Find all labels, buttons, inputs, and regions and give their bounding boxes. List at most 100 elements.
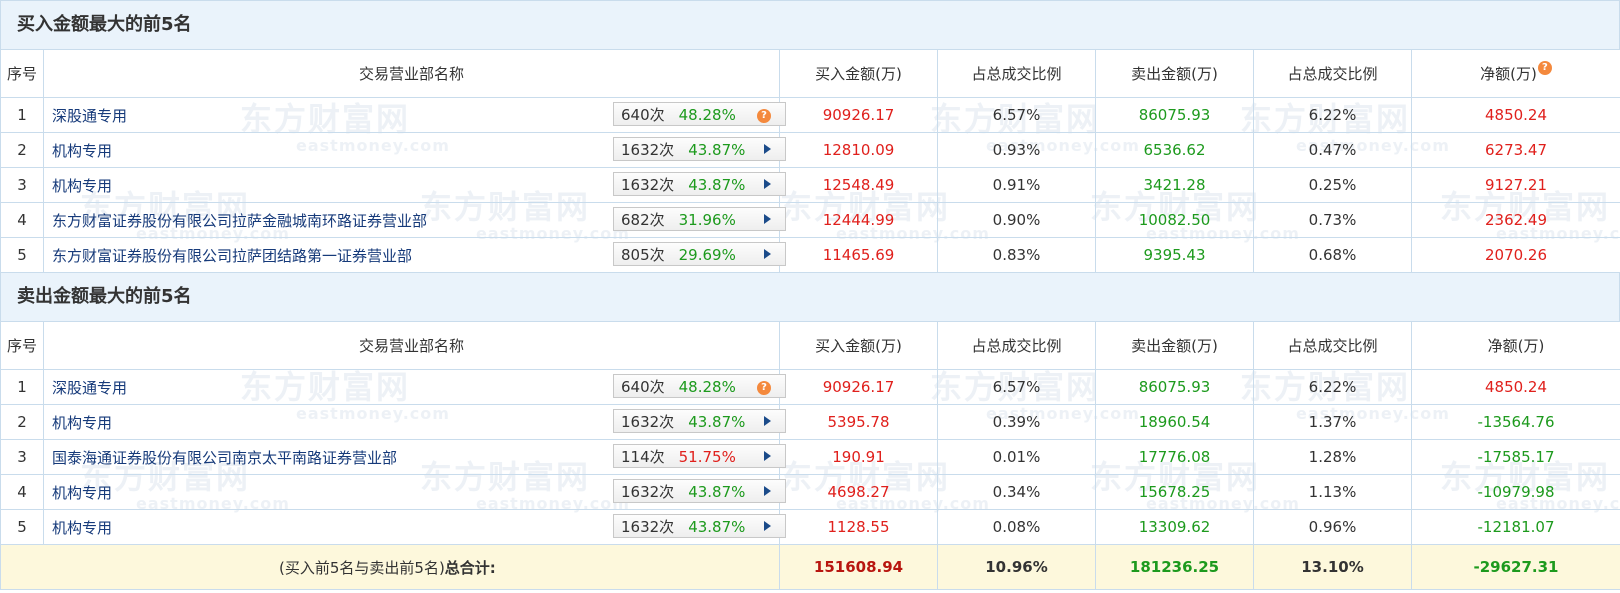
buy-ratio: 6.57% bbox=[937, 369, 1096, 405]
branch-stats-button[interactable]: 805次 29.69% bbox=[613, 242, 786, 266]
net-amount: 9127.21 bbox=[1411, 167, 1620, 203]
net-amount: 2070.26 bbox=[1411, 237, 1620, 273]
branch-name-link[interactable]: 机构专用 bbox=[52, 177, 112, 195]
buy-amount: 4698.27 bbox=[779, 474, 938, 510]
win-rate: 43.87% bbox=[688, 413, 746, 431]
table-header-row: 序号 交易营业部名称 买入金额(万) 占总成交比例 卖出金额(万) 占总成交比例… bbox=[0, 49, 1620, 98]
branch-stats-button[interactable]: 1632次 43.87% bbox=[613, 137, 786, 161]
listing-count: 1632次 bbox=[621, 176, 675, 194]
buy-ratio: 0.08% bbox=[937, 509, 1096, 545]
buy-table: 序号 交易营业部名称 买入金额(万) 占总成交比例 卖出金额(万) 占总成交比例… bbox=[0, 49, 1620, 273]
col-header-branch-name: 交易营业部名称 bbox=[43, 321, 780, 370]
table-header-row: 序号 交易营业部名称 买入金额(万) 占总成交比例 卖出金额(万) 占总成交比例… bbox=[0, 321, 1620, 370]
branch-name-link[interactable]: 机构专用 bbox=[52, 142, 112, 160]
branch-cell: 机构专用 1632次 43.87% bbox=[43, 404, 786, 440]
buy-ratio: 0.39% bbox=[937, 404, 1096, 440]
branch-stats-button[interactable]: 1632次 43.87% bbox=[613, 514, 786, 538]
help-icon[interactable]: ? bbox=[757, 109, 771, 123]
play-arrow-icon[interactable] bbox=[764, 214, 771, 224]
total-buy-amount: 151608.94 bbox=[779, 544, 938, 590]
branch-name-link[interactable]: 机构专用 bbox=[52, 414, 112, 432]
listing-count: 114次 bbox=[621, 448, 665, 466]
play-arrow-icon[interactable] bbox=[764, 249, 771, 259]
branch-stats-button[interactable]: 114次 51.75% bbox=[613, 444, 786, 468]
branch-name-link[interactable]: 深股通专用 bbox=[52, 107, 127, 125]
buy-amount: 11465.69 bbox=[779, 237, 938, 273]
play-arrow-icon[interactable] bbox=[764, 179, 771, 189]
win-rate: 29.69% bbox=[678, 246, 736, 264]
branch-cell: 深股通专用 640次 48.28%? bbox=[43, 97, 786, 133]
row-index: 3 bbox=[0, 439, 44, 475]
table-row: 3 国泰海通证券股份有限公司南京太平南路证券营业部 114次 51.75% 190… bbox=[0, 439, 1620, 475]
col-header-buy-ratio: 占总成交比例 bbox=[937, 321, 1096, 370]
branch-stats-button[interactable]: 1632次 43.87% bbox=[613, 172, 786, 196]
listing-count: 805次 bbox=[621, 246, 665, 264]
listing-count: 682次 bbox=[621, 211, 665, 229]
row-index: 1 bbox=[0, 369, 44, 405]
net-amount: -17585.17 bbox=[1411, 439, 1620, 475]
total-row: (买入前5名与卖出前5名)总合计: 151608.94 10.96% 18123… bbox=[0, 544, 1620, 590]
branch-stats-button[interactable]: 640次 48.28%? bbox=[613, 374, 786, 398]
play-arrow-icon[interactable] bbox=[764, 144, 771, 154]
help-icon[interactable]: ? bbox=[1537, 61, 1552, 75]
net-amount: 2362.49 bbox=[1411, 202, 1620, 238]
table-row: 5 机构专用 1632次 43.87% 1128.55 0.08% 13309.6… bbox=[0, 509, 1620, 545]
total-sell-ratio: 13.10% bbox=[1253, 544, 1412, 590]
sell-amount: 18960.54 bbox=[1095, 404, 1254, 440]
sell-ratio: 0.25% bbox=[1253, 167, 1412, 203]
branch-name-link[interactable]: 机构专用 bbox=[52, 519, 112, 537]
branch-name-link[interactable]: 东方财富证券股份有限公司拉萨团结路第一证券营业部 bbox=[52, 247, 412, 265]
branch-stats-button[interactable]: 1632次 43.87% bbox=[613, 409, 786, 433]
sell-ratio: 6.22% bbox=[1253, 369, 1412, 405]
play-arrow-icon[interactable] bbox=[764, 521, 771, 531]
sell-ratio: 6.22% bbox=[1253, 97, 1412, 133]
col-header-branch-name: 交易营业部名称 bbox=[43, 49, 780, 98]
buy-ratio: 0.90% bbox=[937, 202, 1096, 238]
win-rate: 48.28% bbox=[678, 106, 736, 124]
buy-ratio: 6.57% bbox=[937, 97, 1096, 133]
total-sell-amount: 181236.25 bbox=[1095, 544, 1254, 590]
win-rate: 43.87% bbox=[688, 483, 746, 501]
total-label: (买入前5名与卖出前5名)总合计: bbox=[0, 544, 780, 590]
table-row: 3 机构专用 1632次 43.87% 12548.49 0.91% 3421.2… bbox=[0, 167, 1620, 203]
row-index: 4 bbox=[0, 474, 44, 510]
sell-amount: 15678.25 bbox=[1095, 474, 1254, 510]
branch-cell: 机构专用 1632次 43.87% bbox=[43, 509, 786, 545]
sell-amount: 86075.93 bbox=[1095, 97, 1254, 133]
buy-amount: 1128.55 bbox=[779, 509, 938, 545]
listing-count: 640次 bbox=[621, 106, 665, 124]
net-amount: 4850.24 bbox=[1411, 369, 1620, 405]
col-header-index: 序号 bbox=[0, 49, 44, 98]
branch-cell: 机构专用 1632次 43.87% bbox=[43, 132, 786, 168]
net-amount: 4850.24 bbox=[1411, 97, 1620, 133]
play-arrow-icon[interactable] bbox=[764, 416, 771, 426]
buy-amount: 12548.49 bbox=[779, 167, 938, 203]
branch-name-link[interactable]: 深股通专用 bbox=[52, 379, 127, 397]
branch-stats-button[interactable]: 640次 48.28%? bbox=[613, 102, 786, 126]
total-label-prefix: (买入前5名与卖出前5名) bbox=[279, 558, 445, 577]
sell-ratio: 0.47% bbox=[1253, 132, 1412, 168]
play-arrow-icon[interactable] bbox=[764, 486, 771, 496]
listing-count: 1632次 bbox=[621, 483, 675, 501]
buy-ratio: 0.83% bbox=[937, 237, 1096, 273]
win-rate: 51.75% bbox=[678, 448, 736, 466]
col-header-sell-ratio: 占总成交比例 bbox=[1253, 49, 1412, 98]
net-amount: -10979.98 bbox=[1411, 474, 1620, 510]
row-index: 3 bbox=[0, 167, 44, 203]
table-row: 1 深股通专用 640次 48.28%? 90926.17 6.57% 86075… bbox=[0, 369, 1620, 405]
total-net-amount: -29627.31 bbox=[1411, 544, 1620, 590]
help-icon[interactable]: ? bbox=[757, 381, 771, 395]
win-rate: 43.87% bbox=[688, 176, 746, 194]
branch-name-link[interactable]: 国泰海通证券股份有限公司南京太平南路证券营业部 bbox=[52, 449, 397, 467]
win-rate: 43.87% bbox=[688, 518, 746, 536]
play-arrow-icon[interactable] bbox=[764, 451, 771, 461]
row-index: 2 bbox=[0, 132, 44, 168]
branch-name-link[interactable]: 机构专用 bbox=[52, 484, 112, 502]
branch-stats-button[interactable]: 1632次 43.87% bbox=[613, 479, 786, 503]
buy-amount: 90926.17 bbox=[779, 369, 938, 405]
table-row: 1 深股通专用 640次 48.28%? 90926.17 6.57% 86075… bbox=[0, 97, 1620, 133]
branch-cell: 东方财富证券股份有限公司拉萨团结路第一证券营业部 805次 29.69% bbox=[43, 237, 786, 273]
col-header-sell-amount: 卖出金额(万) bbox=[1095, 321, 1254, 370]
branch-name-link[interactable]: 东方财富证券股份有限公司拉萨金融城南环路证券营业部 bbox=[52, 212, 427, 230]
branch-stats-button[interactable]: 682次 31.96% bbox=[613, 207, 786, 231]
